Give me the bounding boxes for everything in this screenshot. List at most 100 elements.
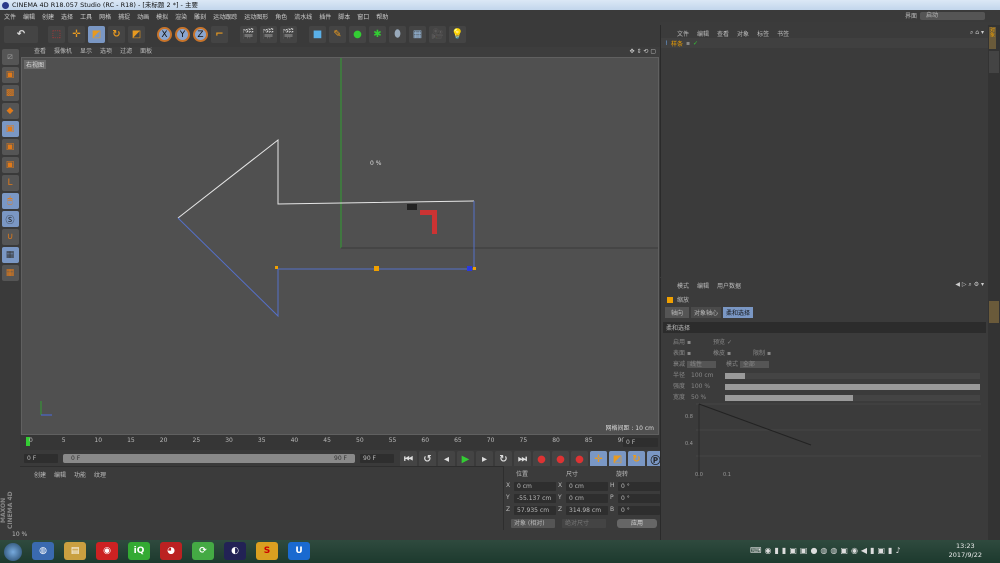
points-mode-icon[interactable]: ▣ bbox=[1, 121, 19, 137]
make-editable-icon[interactable]: ⧄ bbox=[1, 49, 19, 65]
menu-motion-tracker[interactable]: 运动跟踪 bbox=[213, 12, 237, 21]
model-mode-icon[interactable]: ▣ bbox=[1, 67, 19, 83]
menu-file[interactable]: 文件 bbox=[4, 12, 16, 21]
system-tray-icons[interactable]: ⌨◉▮▮▣▣●◍◍▣◉◀▮▣▮♪ bbox=[750, 546, 904, 555]
start-button[interactable] bbox=[4, 543, 22, 561]
objects-menu-objects[interactable]: 对象 bbox=[737, 29, 749, 38]
floor-icon[interactable]: ▦ bbox=[409, 26, 426, 43]
subdivision-icon[interactable]: ● bbox=[349, 26, 366, 43]
coordinate-system-icon[interactable]: ⌐ bbox=[211, 26, 228, 43]
polygons-mode-icon[interactable]: ▣ bbox=[1, 157, 19, 173]
objects-menu-tags[interactable]: 标签 bbox=[757, 29, 769, 38]
menu-mograph[interactable]: 运动图形 bbox=[244, 12, 268, 21]
material-menu-create[interactable]: 创建 bbox=[34, 470, 46, 479]
size-field[interactable]: 0 cm bbox=[566, 494, 608, 503]
solo-icon[interactable]: Ⓢ bbox=[1, 211, 19, 227]
menu-pipeline[interactable]: 流水线 bbox=[294, 12, 312, 21]
axis-mode-icon[interactable]: L bbox=[1, 175, 19, 191]
taskbar-app-icon[interactable]: S bbox=[256, 542, 278, 560]
cinema4d-taskbar-icon[interactable]: ◐ bbox=[224, 542, 246, 560]
snap-icon[interactable]: ∪ bbox=[1, 229, 19, 245]
object-row-spline[interactable]: ⌇ 样条 ▪ ✓ bbox=[661, 38, 988, 48]
viewport-menu-display[interactable]: 显示 bbox=[80, 47, 92, 57]
material-menu-texture[interactable]: 纹理 bbox=[94, 470, 106, 479]
objects-menu-edit[interactable]: 编辑 bbox=[697, 29, 709, 38]
size-field[interactable]: 0 cm bbox=[566, 482, 608, 491]
menu-mesh[interactable]: 网格 bbox=[99, 12, 111, 21]
taskbar-app-icon[interactable]: U bbox=[288, 542, 310, 560]
z-axis-lock-icon[interactable]: Z bbox=[193, 27, 208, 42]
menu-create[interactable]: 创建 bbox=[42, 12, 54, 21]
menu-sculpt[interactable]: 雕刻 bbox=[194, 12, 206, 21]
objects-menu-file[interactable]: 文件 bbox=[677, 29, 689, 38]
menu-window[interactable]: 窗口 bbox=[357, 12, 369, 21]
mode-dropdown[interactable]: 全部 bbox=[739, 361, 769, 368]
enabled-check-icon[interactable]: ✓ bbox=[693, 40, 698, 47]
material-menu-function[interactable]: 功能 bbox=[74, 470, 86, 479]
viewport-menu-options[interactable]: 选项 bbox=[100, 47, 112, 57]
current-frame-field[interactable]: 0 F bbox=[24, 454, 58, 463]
planar-workplane-icon[interactable]: ▦ bbox=[1, 265, 19, 281]
viewport-nav-icons[interactable]: ✥ ⇕ ⟲ ▢ bbox=[630, 47, 656, 57]
end-frame-field[interactable]: 0 F bbox=[623, 438, 658, 447]
undo-icon[interactable]: ↶ bbox=[4, 26, 38, 43]
apply-button[interactable]: 应用 bbox=[617, 519, 657, 528]
menu-character[interactable]: 角色 bbox=[275, 12, 287, 21]
object-name[interactable]: 样条 bbox=[671, 39, 683, 48]
menu-snap[interactable]: 捕捉 bbox=[118, 12, 130, 21]
viewport-menu-panel[interactable]: 面板 bbox=[140, 47, 152, 57]
frame-range-slider[interactable]: 0 F 90 F bbox=[63, 454, 355, 463]
rotate-icon[interactable]: ↻ bbox=[108, 26, 125, 43]
tweak-mode-icon[interactable]: 🖱 bbox=[1, 193, 19, 209]
layout-dropdown[interactable]: 启动 bbox=[920, 11, 985, 20]
attr-menu-edit[interactable]: 编辑 bbox=[697, 281, 709, 290]
scale-icon[interactable]: ◩ bbox=[88, 26, 105, 43]
menu-tools[interactable]: 工具 bbox=[80, 12, 92, 21]
rotation-field[interactable]: 0 ° bbox=[618, 482, 660, 491]
rotation-field[interactable]: 0 ° bbox=[618, 506, 660, 515]
workplane-lock-icon[interactable]: ▦ bbox=[1, 247, 19, 263]
position-field[interactable]: -55.137 cm bbox=[514, 494, 556, 503]
preview-checkbox[interactable]: ✓ bbox=[727, 339, 732, 346]
viewport-menu-cameras[interactable]: 摄像机 bbox=[54, 47, 72, 57]
live-selection-icon[interactable]: ⬚ bbox=[48, 26, 65, 43]
radius-slider[interactable] bbox=[725, 372, 980, 379]
strength-field[interactable]: 100 % bbox=[691, 381, 721, 392]
rubber-checkbox[interactable]: ▪ bbox=[727, 350, 731, 357]
material-menu-edit[interactable]: 编辑 bbox=[54, 470, 66, 479]
tab-content-browser-side[interactable] bbox=[989, 51, 999, 73]
taskbar-app-icon[interactable]: ◍ bbox=[32, 542, 54, 560]
x-axis-lock-icon[interactable]: X bbox=[157, 27, 172, 42]
tab-object-axis[interactable]: 对象轴心 bbox=[691, 307, 722, 318]
viewport-menu-filter[interactable]: 过滤 bbox=[120, 47, 132, 57]
falloff-dropdown[interactable]: 线性 bbox=[686, 361, 716, 368]
attr-menu-mode[interactable]: 模式 bbox=[677, 281, 689, 290]
objects-menu-view[interactable]: 查看 bbox=[717, 29, 729, 38]
tab-soft-selection[interactable]: 柔和选择 bbox=[723, 307, 754, 318]
size-field[interactable]: 314.98 cm bbox=[566, 506, 608, 515]
menu-animate[interactable]: 动画 bbox=[137, 12, 149, 21]
clock[interactable]: 13:23 2017/9/22 bbox=[949, 542, 982, 560]
restrict-checkbox[interactable]: ▪ bbox=[767, 350, 771, 357]
menu-help[interactable]: 帮助 bbox=[376, 12, 388, 21]
coords-size-mode-dropdown[interactable]: 绝对尺寸 bbox=[562, 519, 606, 528]
tab-axis[interactable]: 轴向 bbox=[665, 307, 690, 318]
menu-render[interactable]: 渲染 bbox=[175, 12, 187, 21]
viewport-right-view[interactable]: 右视图 0 % 网格间距 : 10 cm bbox=[21, 57, 659, 435]
move-icon[interactable]: ✛ bbox=[68, 26, 85, 43]
taskbar-app-icon[interactable]: ◕ bbox=[160, 542, 182, 560]
enable-checkbox[interactable]: ▪ bbox=[687, 339, 691, 346]
menu-plugins[interactable]: 插件 bbox=[319, 12, 331, 21]
render-picture-viewer-icon[interactable]: 🎬 bbox=[260, 26, 277, 43]
attr-menu-userdata[interactable]: 用户数据 bbox=[717, 281, 741, 290]
menu-script[interactable]: 脚本 bbox=[338, 12, 350, 21]
cube-icon[interactable]: ■ bbox=[309, 26, 326, 43]
pen-spline-icon[interactable]: ✎ bbox=[329, 26, 346, 43]
radius-field[interactable]: 100 cm bbox=[691, 370, 721, 381]
strength-slider[interactable] bbox=[725, 383, 980, 390]
position-field[interactable]: 57.935 cm bbox=[514, 506, 556, 515]
falloff-graph[interactable]: 0.8 0.4 0.0 0.1 bbox=[681, 400, 981, 480]
max-frame-field[interactable]: 90 F bbox=[360, 454, 394, 463]
objects-search-icon[interactable]: ⌕ ⌂ ▾ bbox=[970, 29, 984, 37]
viewport-menu-view[interactable]: 查看 bbox=[34, 47, 46, 57]
